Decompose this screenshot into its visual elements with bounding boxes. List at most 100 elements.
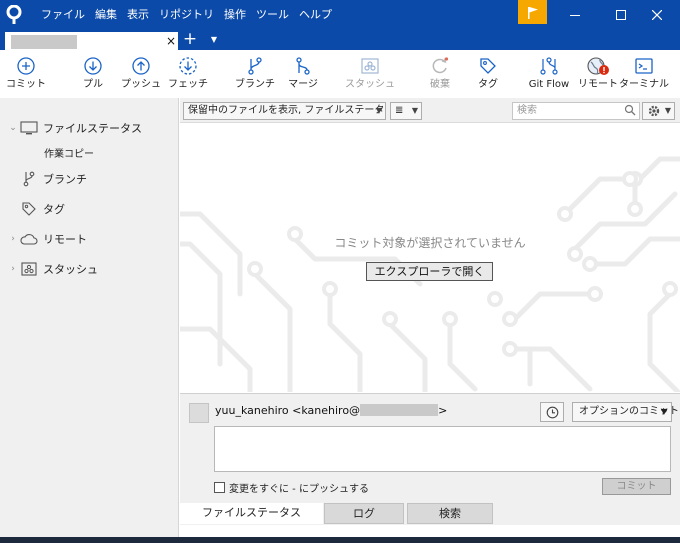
tag-icon bbox=[480, 58, 496, 74]
circuit-background-illustration bbox=[180, 156, 680, 392]
gear-icon bbox=[648, 105, 660, 117]
push-immediately-label: 変更をすぐに - にプッシュする bbox=[229, 484, 369, 495]
tag-icon bbox=[19, 201, 39, 217]
tab-log[interactable]: ログ bbox=[324, 503, 404, 524]
fetch-label: フェッチ bbox=[168, 79, 208, 90]
push-immediately-option[interactable]: 変更をすぐに - にプッシュする bbox=[214, 480, 369, 495]
commit-history-button[interactable] bbox=[540, 402, 564, 422]
close-window-button[interactable] bbox=[634, 0, 680, 30]
main-toolbar: コミット プル プッシュ フェッチ ブランチ マージ スタッシュ 破棄 タグ G… bbox=[0, 50, 680, 98]
chevron-down-icon[interactable]: ⌄ bbox=[7, 123, 19, 133]
no-commit-selected-message: コミット対象が選択されていません bbox=[334, 236, 526, 250]
author-name-email: yuu_kanehiro <kanehiro@ bbox=[215, 404, 361, 417]
gitflow-button[interactable]: Git Flow bbox=[523, 54, 575, 96]
fetch-button[interactable]: フェッチ bbox=[162, 54, 214, 96]
commit-message-input[interactable] bbox=[214, 426, 671, 472]
sidebar-item-working-copy[interactable]: 作業コピー bbox=[44, 142, 94, 162]
branch-icon bbox=[248, 57, 262, 75]
terminal-button[interactable]: ターミナル bbox=[618, 54, 670, 96]
stash-button[interactable]: スタッシュ bbox=[344, 54, 396, 96]
tab-list-dropdown[interactable]: ▼ bbox=[206, 30, 222, 50]
remote-button[interactable]: リモート bbox=[572, 54, 624, 96]
sidebar-item-branches[interactable]: ブランチ bbox=[0, 169, 87, 189]
avatar bbox=[189, 403, 209, 423]
push-label: プッシュ bbox=[121, 79, 161, 90]
commit-submit-button[interactable]: コミット bbox=[602, 478, 671, 495]
branch-label: ブランチ bbox=[235, 79, 275, 90]
sidebar-item-file-status[interactable]: ⌄ ファイルステータス bbox=[0, 118, 142, 138]
title-bar: ファイル 編集 表示 リポジトリ 操作 ツール ヘルプ bbox=[0, 0, 680, 30]
menu-file[interactable]: ファイル bbox=[36, 0, 90, 30]
push-button[interactable]: プッシュ bbox=[115, 54, 167, 96]
view-mode-select[interactable]: 保留中のファイルを表示, ファイルステータス順 ▼ bbox=[183, 102, 386, 120]
commit-panel: yuu_kanehiro <kanehiro@ > オプションのコミット ▼ 変更… bbox=[180, 393, 680, 503]
commit-author: yuu_kanehiro <kanehiro@ > bbox=[215, 404, 447, 417]
stash-icon bbox=[19, 261, 39, 277]
sidebar-item-remotes[interactable]: › リモート bbox=[0, 229, 87, 249]
tab-file-status[interactable]: ファイルステータス bbox=[180, 503, 323, 524]
chevron-right-icon[interactable]: › bbox=[7, 264, 19, 274]
menu-edit[interactable]: 編集 bbox=[90, 0, 122, 30]
stash-label: スタッシュ bbox=[345, 79, 395, 90]
clock-icon bbox=[546, 406, 558, 418]
merge-icon bbox=[296, 57, 310, 75]
plus-circle-icon bbox=[17, 57, 35, 75]
sidebar-item-label: ブランチ bbox=[43, 173, 87, 186]
chevron-right-icon[interactable]: › bbox=[7, 234, 19, 244]
flag-icon bbox=[527, 6, 538, 19]
settings-dropdown[interactable]: ▼ bbox=[642, 102, 675, 120]
merge-button[interactable]: マージ bbox=[277, 54, 329, 96]
open-in-explorer-button[interactable]: エクスプローラで開く bbox=[366, 262, 493, 281]
pull-button[interactable]: プル bbox=[67, 54, 119, 96]
new-tab-button[interactable]: + bbox=[180, 30, 200, 50]
minimize-button[interactable] bbox=[552, 0, 598, 30]
list-mode-select[interactable]: ≣ ▼ bbox=[390, 102, 422, 120]
notification-flag-button[interactable] bbox=[518, 0, 547, 24]
sidebar-item-label: リモート bbox=[43, 233, 87, 246]
branch-icon bbox=[19, 171, 39, 187]
tag-label: タグ bbox=[478, 79, 498, 90]
chevron-down-icon: ▼ bbox=[375, 106, 382, 115]
monitor-icon bbox=[19, 120, 39, 136]
terminal-icon bbox=[635, 58, 653, 74]
stash-icon bbox=[361, 58, 379, 74]
sidebar-item-label: 作業コピー bbox=[44, 148, 94, 160]
search-input[interactable]: 検索 bbox=[512, 102, 640, 120]
push-immediately-checkbox[interactable] bbox=[214, 482, 225, 493]
sidebar-item-label: ファイルステータス bbox=[43, 122, 142, 135]
repository-tab[interactable]: × bbox=[5, 32, 178, 50]
sidebar-item-tags[interactable]: タグ bbox=[0, 199, 65, 219]
fetch-icon bbox=[179, 57, 197, 75]
branch-button[interactable]: ブランチ bbox=[229, 54, 281, 96]
tab-search[interactable]: 検索 bbox=[407, 503, 493, 524]
taskbar-edge bbox=[0, 537, 680, 543]
sidebar-item-stashes[interactable]: › スタッシュ bbox=[0, 259, 98, 279]
menu-view[interactable]: 表示 bbox=[122, 0, 154, 30]
discard-button[interactable]: 破棄 bbox=[414, 54, 466, 96]
sourcetree-logo-icon bbox=[6, 5, 22, 24]
commit-options-dropdown[interactable]: オプションのコミット ▼ bbox=[572, 402, 679, 422]
bottom-tab-bar: ファイルステータス ログ 検索 bbox=[180, 503, 680, 525]
merge-label: マージ bbox=[288, 79, 318, 90]
remote-label: リモート bbox=[578, 79, 618, 90]
menu-actions[interactable]: 操作 bbox=[219, 0, 251, 30]
maximize-icon bbox=[616, 10, 626, 20]
sidebar-item-label: スタッシュ bbox=[43, 263, 98, 276]
chevron-down-icon: ▼ bbox=[660, 407, 667, 416]
tag-button[interactable]: タグ bbox=[462, 54, 514, 96]
pull-arrow-down-icon bbox=[84, 57, 102, 75]
close-icon bbox=[652, 10, 662, 20]
menu-tools[interactable]: ツール bbox=[251, 0, 294, 30]
author-email-redacted bbox=[360, 404, 439, 416]
terminal-label: ターミナル bbox=[619, 79, 669, 90]
discard-undo-icon bbox=[432, 57, 449, 74]
commit-button[interactable]: コミット bbox=[0, 54, 52, 96]
sidebar-item-label: タグ bbox=[43, 203, 65, 216]
close-tab-button[interactable]: × bbox=[164, 32, 178, 50]
chevron-down-icon: ▼ bbox=[664, 106, 671, 115]
author-suffix: > bbox=[438, 404, 448, 417]
view-mode-value: 保留中のファイルを表示, ファイルステータス順 bbox=[188, 105, 386, 116]
menu-repository[interactable]: リポジトリ bbox=[154, 0, 219, 30]
menu-bar: ファイル 編集 表示 リポジトリ 操作 ツール ヘルプ bbox=[36, 0, 337, 30]
menu-help[interactable]: ヘルプ bbox=[294, 0, 337, 30]
